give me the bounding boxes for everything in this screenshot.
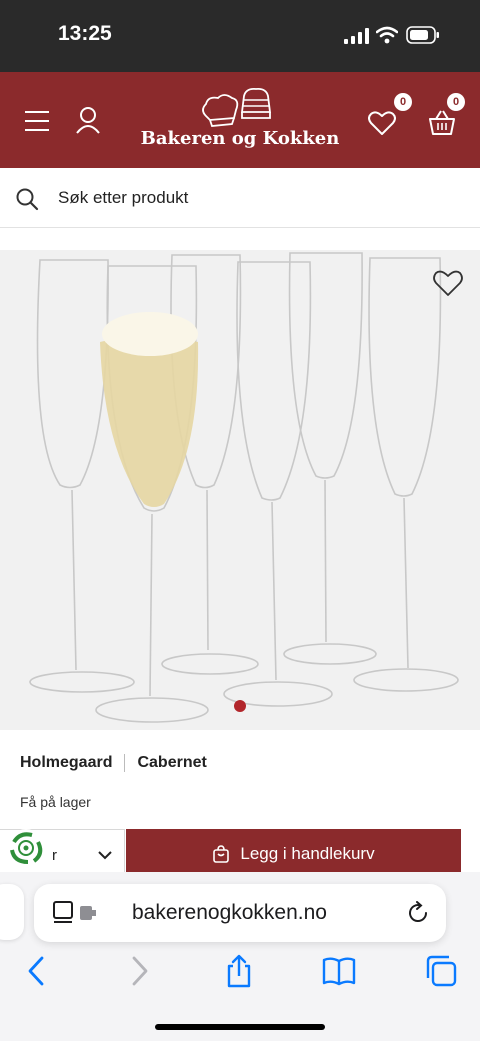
address-bar[interactable]: bakerenogkokken.no [34, 884, 446, 942]
back-icon[interactable] [20, 954, 54, 988]
product-brand-row: Holmegaard Cabernet [20, 752, 207, 774]
basket-icon[interactable] [428, 108, 456, 136]
recycle-icon[interactable] [6, 828, 46, 868]
wishlist-count-badge: 0 [394, 93, 412, 111]
tabs-icon[interactable] [424, 954, 458, 988]
bag-icon [213, 845, 230, 863]
cart-count-badge: 0 [447, 93, 465, 111]
signal-icon [344, 28, 369, 44]
product-image[interactable] [0, 250, 480, 730]
search-bar [0, 168, 480, 228]
quantity-value: r [52, 847, 57, 864]
search-icon[interactable] [15, 187, 39, 211]
stock-status: Få på lager [20, 794, 91, 810]
champagne-glasses-photo [29, 252, 459, 723]
share-icon[interactable] [222, 954, 256, 988]
chef-hats-logo-icon [202, 87, 272, 127]
chevron-down-icon [98, 851, 112, 860]
reader-icon[interactable] [52, 900, 102, 926]
status-bar: 13:25 [0, 0, 480, 72]
menu-icon[interactable] [24, 110, 50, 132]
battery-icon [406, 26, 439, 44]
browser-toolbar: bakerenogkokken.no [0, 872, 480, 1041]
previous-tab-peek[interactable] [0, 884, 24, 940]
product-brand[interactable]: Holmegaard [20, 754, 112, 772]
add-to-cart-label: Legg i handlekurv [240, 844, 375, 863]
product-series[interactable]: Cabernet [137, 754, 206, 772]
divider [124, 754, 126, 772]
account-icon[interactable] [75, 106, 101, 134]
site-logo[interactable]: Bakeren og Kokken [140, 86, 340, 158]
forward-icon[interactable] [122, 954, 156, 988]
bookmarks-icon[interactable] [322, 954, 356, 988]
site-header: Bakeren og Kokken 0 0 [0, 72, 480, 168]
home-indicator [155, 1024, 325, 1030]
logo-text: Bakeren og Kokken [140, 128, 340, 149]
status-time: 13:25 [58, 22, 112, 45]
reload-icon[interactable] [406, 901, 430, 925]
heart-outline-icon[interactable] [432, 268, 464, 298]
search-input[interactable] [58, 183, 458, 213]
wifi-icon [376, 26, 398, 44]
url-text: bakerenogkokken.no [132, 901, 327, 924]
heart-icon[interactable] [368, 110, 396, 136]
